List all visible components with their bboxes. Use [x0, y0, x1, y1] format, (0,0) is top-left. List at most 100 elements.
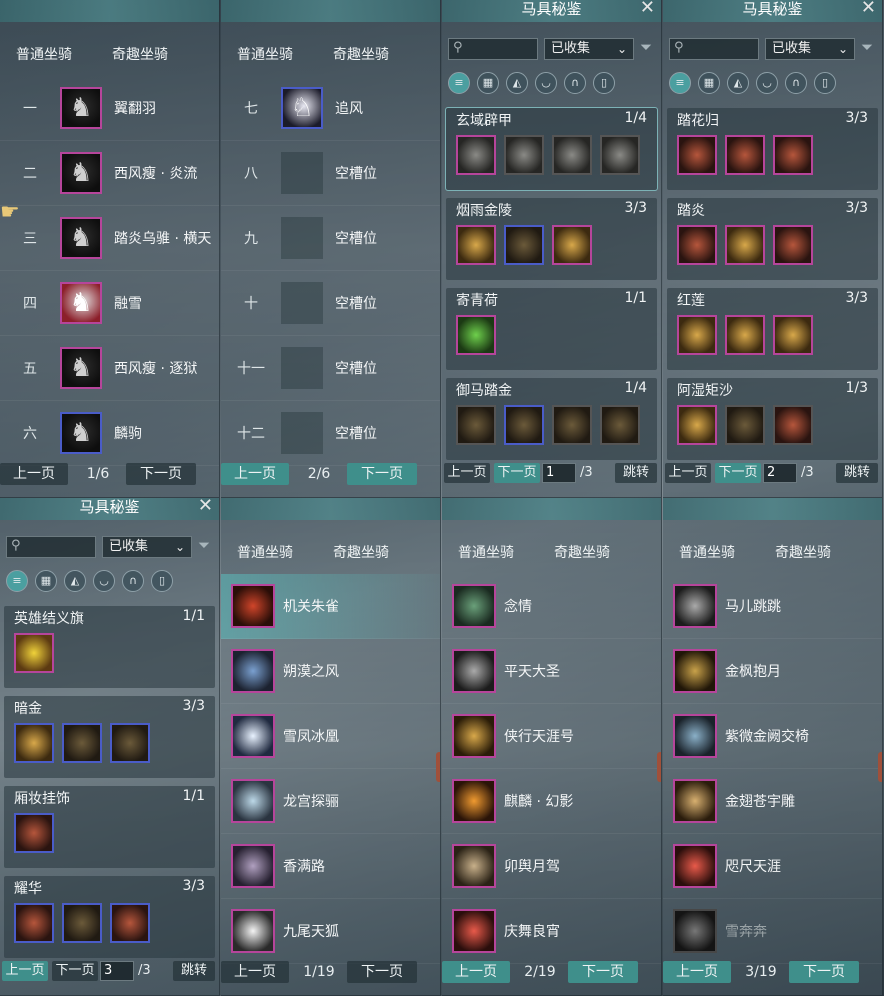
tab-regular-mounts[interactable]: 普通坐骑	[237, 542, 293, 562]
page-number-input[interactable]: 3	[100, 961, 134, 981]
tack-set-card[interactable]: 踏花归 3/3	[667, 108, 878, 190]
tack-piece-icon[interactable]	[725, 315, 765, 355]
search-input[interactable]: ⚲	[669, 38, 759, 60]
tack-piece-icon[interactable]	[62, 903, 102, 943]
tack-piece-icon[interactable]	[110, 723, 150, 763]
filter-icon[interactable]: ⏷	[198, 536, 210, 554]
tack-piece-icon[interactable]	[62, 723, 102, 763]
mount-slot-row[interactable]: 四 ♞ 融雪	[0, 271, 219, 336]
category-horseshoe-icon[interactable]: ∩	[785, 72, 807, 94]
fun-mount-row[interactable]: 紫微金阙交椅	[663, 704, 882, 769]
prev-page-button[interactable]: 上一页	[0, 463, 68, 485]
page-number-input[interactable]: 1	[542, 463, 576, 483]
close-icon[interactable]: ✕	[640, 0, 655, 18]
category-scroll-icon[interactable]: ▯	[151, 570, 173, 592]
tack-set-card[interactable]: 耀华 3/3	[4, 876, 215, 958]
tack-piece-icon[interactable]	[677, 225, 717, 265]
tack-piece-icon[interactable]	[773, 225, 813, 265]
tack-set-card[interactable]: 暗金 3/3	[4, 696, 215, 778]
fun-mount-row[interactable]: 九尾天狐	[221, 899, 440, 964]
side-tab-handle[interactable]	[878, 752, 882, 782]
prev-page-button[interactable]: 上一页	[442, 961, 510, 983]
close-icon[interactable]: ✕	[198, 498, 213, 516]
tab-fun-mounts[interactable]: 奇趣坐骑	[775, 542, 831, 562]
side-tab-handle[interactable]	[657, 752, 661, 782]
tack-piece-icon[interactable]	[14, 813, 54, 853]
prev-page-button[interactable]: 上一页	[665, 463, 711, 483]
jump-button[interactable]: 跳转	[615, 463, 657, 483]
tab-fun-mounts[interactable]: 奇趣坐骑	[333, 44, 389, 64]
tack-piece-icon[interactable]	[677, 135, 717, 175]
next-page-button[interactable]: 下一页	[494, 463, 540, 483]
filter-icon[interactable]: ⏷	[861, 38, 873, 56]
collected-filter-select[interactable]: 已收集 ⌄	[102, 536, 192, 558]
fun-mount-row[interactable]: 朔漠之风	[221, 639, 440, 704]
tack-piece-icon[interactable]	[504, 225, 544, 265]
mount-slot-row[interactable]: 十二 空槽位	[221, 401, 440, 466]
mount-slot-row[interactable]: 一 ♞ 翼翻羽	[0, 76, 219, 141]
jump-button[interactable]: 跳转	[836, 463, 878, 483]
tack-piece-icon[interactable]	[677, 405, 717, 445]
category-scroll-icon[interactable]: ▯	[814, 72, 836, 94]
close-icon[interactable]: ✕	[861, 0, 876, 18]
tack-piece-icon[interactable]	[773, 135, 813, 175]
prev-page-button[interactable]: 上一页	[663, 961, 731, 983]
category-scroll-icon[interactable]: ▯	[593, 72, 615, 94]
fun-mount-row[interactable]: 香满路	[221, 834, 440, 899]
search-input[interactable]: ⚲	[6, 536, 96, 558]
fun-mount-row[interactable]: 雪奔奔	[663, 899, 882, 964]
category-all-icon[interactable]: ≡	[448, 72, 470, 94]
tab-regular-mounts[interactable]: 普通坐骑	[679, 542, 735, 562]
category-saddle-icon[interactable]: ◭	[727, 72, 749, 94]
mount-slot-row[interactable]: 五 ♞ 西风瘦 · 逐狱	[0, 336, 219, 401]
tack-piece-icon[interactable]	[456, 315, 496, 355]
tack-piece-icon[interactable]	[600, 405, 640, 445]
fun-mount-row[interactable]: 金翅苍宇雕	[663, 769, 882, 834]
tack-piece-icon[interactable]	[677, 315, 717, 355]
mount-slot-row[interactable]: 六 ♞ 麟驹	[0, 401, 219, 466]
filter-icon[interactable]: ⏷	[640, 38, 652, 56]
next-page-button[interactable]: 下一页	[52, 961, 98, 981]
fun-mount-row[interactable]: 卯舆月驾	[442, 834, 661, 899]
category-armor-icon[interactable]: ◡	[93, 570, 115, 592]
tab-regular-mounts[interactable]: 普通坐骑	[458, 542, 514, 562]
collected-filter-select[interactable]: 已收集 ⌄	[544, 38, 634, 60]
tack-set-card[interactable]: 阿湿矩沙 1/3	[667, 378, 878, 460]
category-grid-icon[interactable]: ▦	[477, 72, 499, 94]
tack-piece-icon[interactable]	[725, 135, 765, 175]
tack-piece-icon[interactable]	[14, 903, 54, 943]
next-page-button[interactable]: 下一页	[347, 961, 417, 983]
tack-set-card[interactable]: 英雄结义旗 1/1	[4, 606, 215, 688]
tack-piece-icon[interactable]	[110, 903, 150, 943]
category-all-icon[interactable]: ≡	[6, 570, 28, 592]
category-horseshoe-icon[interactable]: ∩	[122, 570, 144, 592]
tack-set-card[interactable]: 厢妆挂饰 1/1	[4, 786, 215, 868]
search-input[interactable]: ⚲	[448, 38, 538, 60]
mount-slot-row[interactable]: 七 ♘ 追风	[221, 76, 440, 141]
prev-page-button[interactable]: 上一页	[444, 463, 490, 483]
tab-fun-mounts[interactable]: 奇趣坐骑	[112, 44, 168, 64]
tack-piece-icon[interactable]	[504, 135, 544, 175]
mount-slot-row[interactable]: 九 空槽位	[221, 206, 440, 271]
fun-mount-row[interactable]: 侠行天涯号	[442, 704, 661, 769]
jump-button[interactable]: 跳转	[173, 961, 215, 981]
side-tab-handle[interactable]	[436, 752, 440, 782]
tack-piece-icon[interactable]	[552, 135, 592, 175]
tack-set-card[interactable]: 红莲 3/3	[667, 288, 878, 370]
tack-piece-icon[interactable]	[773, 315, 813, 355]
category-armor-icon[interactable]: ◡	[756, 72, 778, 94]
mount-slot-row[interactable]: 八 空槽位	[221, 141, 440, 206]
mount-slot-row[interactable]: 十一 空槽位	[221, 336, 440, 401]
next-page-button[interactable]: 下一页	[126, 463, 196, 485]
tack-piece-icon[interactable]	[773, 405, 813, 445]
fun-mount-row[interactable]: 咫尺天涯	[663, 834, 882, 899]
fun-mount-row[interactable]: 马儿跳跳	[663, 574, 882, 639]
tack-piece-icon[interactable]	[600, 135, 640, 175]
category-all-icon[interactable]: ≡	[669, 72, 691, 94]
mount-slot-row[interactable]: 二 ♞ 西风瘦 · 炎流	[0, 141, 219, 206]
next-page-button[interactable]: 下一页	[347, 463, 417, 485]
fun-mount-row[interactable]: 麒麟 · 幻影	[442, 769, 661, 834]
tack-piece-icon[interactable]	[456, 135, 496, 175]
tack-set-card[interactable]: 玄域辟甲 1/4	[445, 107, 658, 191]
category-saddle-icon[interactable]: ◭	[64, 570, 86, 592]
